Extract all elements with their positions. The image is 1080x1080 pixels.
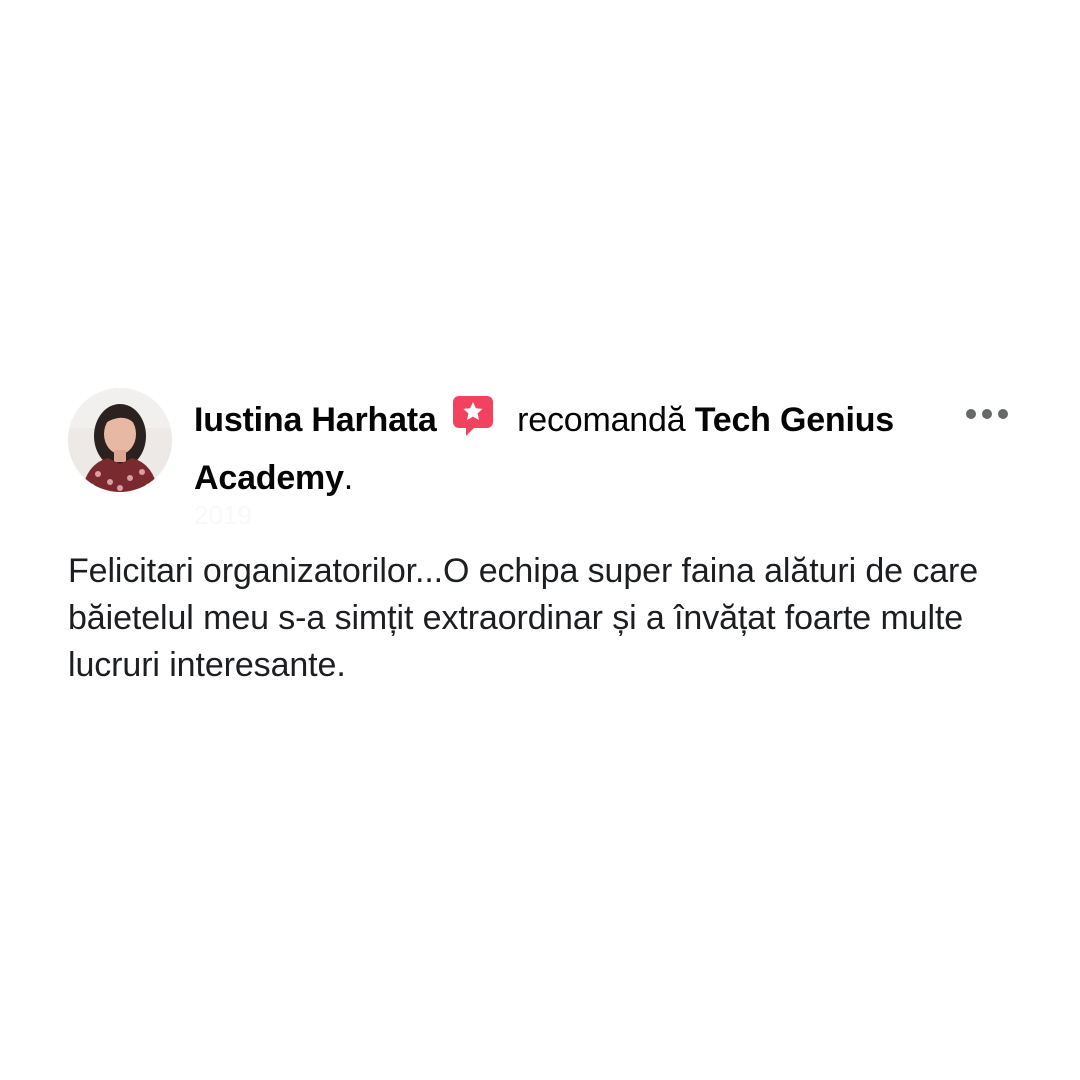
recommends-verb: recomandă [517,401,686,439]
headline-period: . [343,459,354,497]
review-screenshot: Iustina Harhata recomandă Tech Genius Ac… [0,0,1080,1080]
post-header: Iustina Harhata recomandă Tech Genius Ac… [68,388,1018,530]
post-timestamp[interactable]: 2019 [194,500,252,531]
avatar[interactable] [68,388,172,492]
recommendation-post: Iustina Harhata recomandă Tech Genius Ac… [68,388,1018,684]
recommend-star-badge-icon [452,395,494,452]
more-options-button[interactable] [964,398,1010,430]
review-text: Felicitari organizatorilor...O echipa su… [68,552,979,684]
avatar-photo [68,388,172,492]
author-name[interactable]: Iustina Harhata [194,401,437,439]
post-headline: Iustina Harhata recomandă Tech Genius Ac… [194,394,894,504]
timestamp-text: 2019 [194,500,252,530]
three-dots-more-icon [966,409,1008,419]
